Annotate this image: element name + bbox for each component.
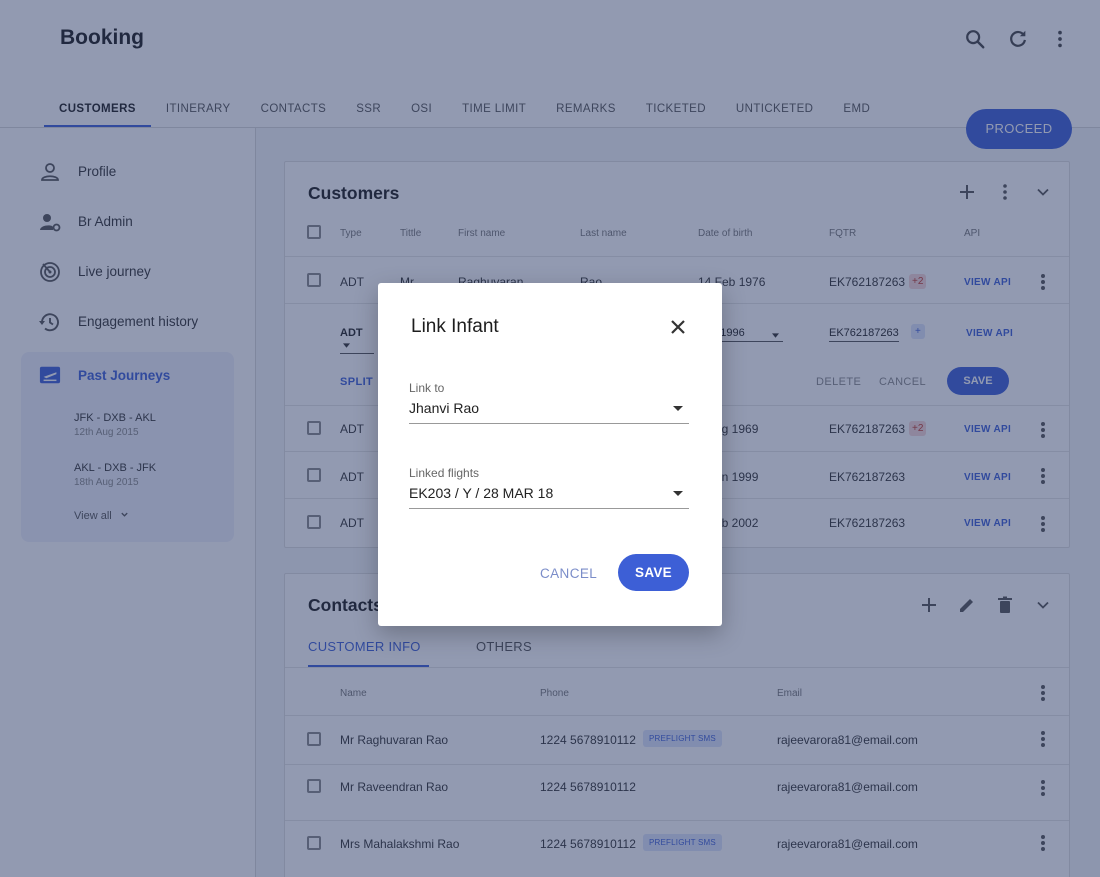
- dialog-title: Link Infant: [411, 316, 499, 337]
- linked-flights-select[interactable]: EK203 / Y / 28 MAR 18: [409, 481, 689, 509]
- linked-flights-value: EK203 / Y / 28 MAR 18: [409, 485, 554, 501]
- linked-flights-label: Linked flights: [409, 466, 480, 480]
- dropdown-arrow-icon: [673, 491, 683, 496]
- cancel-button[interactable]: CANCEL: [540, 566, 597, 581]
- close-icon[interactable]: [668, 317, 688, 337]
- link-to-label: Link to: [409, 381, 445, 395]
- dropdown-arrow-icon: [673, 406, 683, 411]
- save-button[interactable]: SAVE: [618, 554, 689, 591]
- link-to-select[interactable]: Jhanvi Rao: [409, 396, 689, 424]
- link-infant-dialog: Link Infant Link to Jhanvi Rao Linked fl…: [378, 283, 722, 626]
- link-to-value: Jhanvi Rao: [409, 400, 480, 416]
